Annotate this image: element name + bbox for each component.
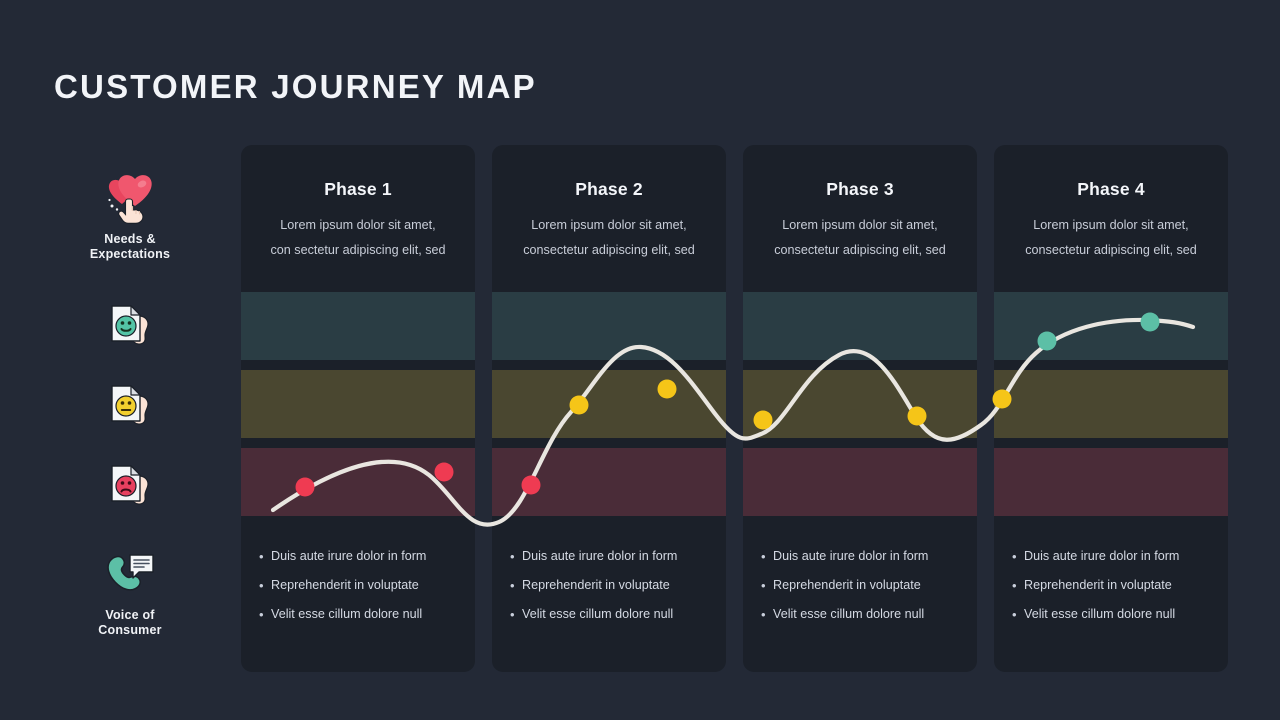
phase-card-4-description: Lorem ipsum dolor sit amet, consectetur … — [994, 213, 1228, 263]
phase-card-3-description-line2: consectetur adipiscing elit, sed — [774, 243, 946, 257]
document-sad-face-icon — [50, 462, 210, 510]
phase-card-2-description-line1: Lorem ipsum dolor sit amet, — [531, 218, 687, 232]
phase-card-1-title: Phase 1 — [324, 179, 392, 199]
phase-card-4-band-negative — [994, 448, 1228, 516]
bullet-text: Reprehenderit in voluptate — [773, 578, 921, 592]
bullet-text: Velit esse cillum dolore null — [522, 607, 674, 621]
phase-card-4-title: Phase 4 — [1077, 179, 1145, 199]
phase-card-2-bullet-list: • Duis aute irure dolor in form • Repreh… — [510, 548, 720, 635]
bullet-text: Velit esse cillum dolore null — [773, 607, 925, 621]
phase-card-2-band-positive — [492, 292, 726, 360]
phase-card-2-band-neutral — [492, 370, 726, 438]
bullet-marker: • — [510, 578, 515, 593]
phase-card-2-title: Phase 2 — [575, 179, 643, 199]
phase-card-3-header: Phase 3 Lorem ipsum dolor sit amet, cons… — [743, 145, 977, 263]
phase-card-1-band-negative — [241, 448, 475, 516]
phase-card-2-band-negative — [492, 448, 726, 516]
phase-card-1-bullet-list: • Duis aute irure dolor in form • Repreh… — [259, 548, 469, 635]
phase-card-3[interactable]: Phase 3 Lorem ipsum dolor sit amet, cons… — [743, 145, 977, 672]
bullet-text: Duis aute irure dolor in form — [1024, 549, 1180, 563]
phase-card-2[interactable]: Phase 2 Lorem ipsum dolor sit amet, cons… — [492, 145, 726, 672]
bullet-marker: • — [259, 549, 264, 564]
bullet-text: Reprehenderit in voluptate — [522, 578, 670, 592]
rail-item-happy-feedback[interactable] — [50, 302, 210, 350]
list-item: • Duis aute irure dolor in form — [259, 548, 469, 565]
list-item: • Duis aute irure dolor in form — [1012, 548, 1222, 565]
phase-card-4-bullet-list: • Duis aute irure dolor in form • Repreh… — [1012, 548, 1222, 635]
rail-item-voice-of-consumer[interactable]: Voice of Consumer — [50, 548, 210, 638]
page-title: CUSTOMER JOURNEY MAP — [54, 68, 537, 105]
phase-card-4[interactable]: Phase 4 Lorem ipsum dolor sit amet, cons… — [994, 145, 1228, 672]
bullet-text: Velit esse cillum dolore null — [271, 607, 423, 621]
phase-card-3-description-line1: Lorem ipsum dolor sit amet, — [782, 218, 938, 232]
phase-card-1-band-neutral — [241, 370, 475, 438]
list-item: • Reprehenderit in voluptate — [259, 577, 469, 594]
rail-item-negative-feedback[interactable] — [50, 462, 210, 510]
phase-card-4-header: Phase 4 Lorem ipsum dolor sit amet, cons… — [994, 145, 1228, 263]
bullet-text: Duis aute irure dolor in form — [271, 549, 427, 563]
phase-card-1-header: Phase 1 Lorem ipsum dolor sit amet, con … — [241, 145, 475, 263]
bullet-marker: • — [1012, 607, 1017, 622]
bullet-marker: • — [1012, 549, 1017, 564]
phase-card-1[interactable]: Phase 1 Lorem ipsum dolor sit amet, con … — [241, 145, 475, 672]
bullet-marker: • — [1012, 578, 1017, 593]
list-item: • Velit esse cillum dolore null — [259, 606, 469, 623]
bullet-text: Reprehenderit in voluptate — [1024, 578, 1172, 592]
phase-card-1-description-line1: Lorem ipsum dolor sit amet, — [280, 218, 436, 232]
phone-speech-bubble-icon — [50, 548, 210, 602]
phase-card-4-band-neutral — [994, 370, 1228, 438]
document-happy-face-icon — [50, 302, 210, 350]
bullet-text: Duis aute irure dolor in form — [773, 549, 929, 563]
phase-card-1-band-positive — [241, 292, 475, 360]
rail-item-voice-of-consumer-label: Voice of Consumer — [98, 608, 162, 637]
phase-card-4-description-line2: consectetur adipiscing elit, sed — [1025, 243, 1197, 257]
phase-card-4-band-positive — [994, 292, 1228, 360]
phase-card-3-band-negative — [743, 448, 977, 516]
list-item: • Velit esse cillum dolore null — [510, 606, 720, 623]
sidebar-rail: Needs & Expectations Voice of Consumer — [50, 150, 210, 670]
phase-card-3-title: Phase 3 — [826, 179, 894, 199]
phase-card-3-band-positive — [743, 292, 977, 360]
list-item: • Reprehenderit in voluptate — [1012, 577, 1222, 594]
document-neutral-face-icon — [50, 382, 210, 430]
phase-card-2-description-line2: consectetur adipiscing elit, sed — [523, 243, 695, 257]
phase-card-3-bullet-list: • Duis aute irure dolor in form • Repreh… — [761, 548, 971, 635]
phase-card-2-description: Lorem ipsum dolor sit amet, consectetur … — [492, 213, 726, 263]
phase-card-3-band-neutral — [743, 370, 977, 438]
bullet-marker: • — [259, 578, 264, 593]
bullet-marker: • — [510, 549, 515, 564]
list-item: • Reprehenderit in voluptate — [761, 577, 971, 594]
phase-card-1-description-line2: con sectetur adipiscing elit, sed — [270, 243, 446, 257]
bullet-text: Reprehenderit in voluptate — [271, 578, 419, 592]
phase-card-3-description: Lorem ipsum dolor sit amet, consectetur … — [743, 213, 977, 263]
list-item: • Reprehenderit in voluptate — [510, 577, 720, 594]
rail-item-needs-expectations[interactable]: Needs & Expectations — [50, 172, 210, 262]
list-item: • Duis aute irure dolor in form — [761, 548, 971, 565]
list-item: • Duis aute irure dolor in form — [510, 548, 720, 565]
rail-item-neutral-feedback[interactable] — [50, 382, 210, 430]
list-item: • Velit esse cillum dolore null — [761, 606, 971, 623]
phase-cards-board: Phase 1 Lorem ipsum dolor sit amet, con … — [241, 145, 1231, 672]
bullet-text: Velit esse cillum dolore null — [1024, 607, 1176, 621]
rail-item-needs-expectations-label: Needs & Expectations — [89, 232, 171, 261]
bullet-marker: • — [510, 607, 515, 622]
phase-card-2-header: Phase 2 Lorem ipsum dolor sit amet, cons… — [492, 145, 726, 263]
bullet-marker: • — [761, 607, 766, 622]
heart-hand-icon — [50, 172, 210, 226]
list-item: • Velit esse cillum dolore null — [1012, 606, 1222, 623]
bullet-marker: • — [259, 607, 264, 622]
bullet-marker: • — [761, 578, 766, 593]
bullet-marker: • — [761, 549, 766, 564]
bullet-text: Duis aute irure dolor in form — [522, 549, 678, 563]
phase-card-1-description: Lorem ipsum dolor sit amet, con sectetur… — [241, 213, 475, 263]
phase-card-4-description-line1: Lorem ipsum dolor sit amet, — [1033, 218, 1189, 232]
